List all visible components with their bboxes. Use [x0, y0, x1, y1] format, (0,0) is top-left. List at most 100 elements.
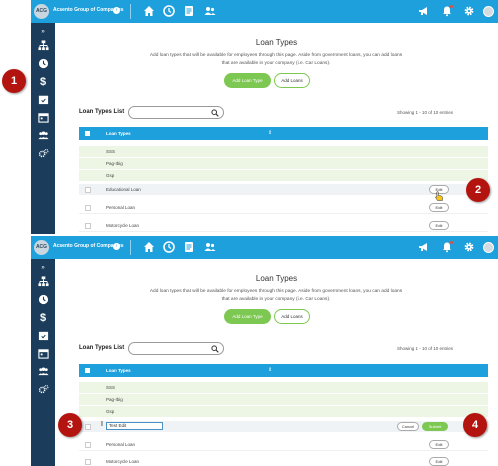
search-input[interactable]	[128, 342, 224, 355]
row-label: Personal Loan	[106, 442, 136, 447]
row-label: SSS	[106, 385, 116, 390]
group-icon[interactable]	[37, 130, 49, 142]
table-row[interactable]: Pag-Ibig	[79, 158, 488, 169]
step-marker-2: 2	[466, 178, 490, 202]
table-row[interactable]: Motorcycle Loan Edit	[79, 456, 488, 466]
sort-icon[interactable]: ⇕	[268, 367, 272, 373]
calendar-check-icon[interactable]	[37, 330, 49, 342]
company-logo[interactable]: ACG	[34, 240, 49, 255]
page-description-line-2: that are available in your company (i.e.…	[221, 297, 331, 302]
gear-icon[interactable]	[463, 5, 475, 17]
row-label: Pag-Ibig	[106, 161, 123, 166]
row-checkbox[interactable]	[85, 442, 91, 448]
step-marker-3: 3	[58, 413, 82, 437]
top-bar: ACG Acsento Group of Companies ›	[31, 236, 498, 259]
settings-cogs-icon[interactable]	[37, 384, 49, 396]
select-all-checkbox[interactable]	[85, 368, 90, 373]
row-checkbox[interactable]	[85, 424, 91, 430]
row-label: Personal Loan	[106, 205, 136, 210]
screenshot-frame-1: ACG Acsento Group of Companies › » $ Loa…	[31, 0, 498, 234]
user-avatar[interactable]	[483, 6, 494, 17]
calendar-icon[interactable]	[37, 112, 49, 124]
megaphone-icon[interactable]	[418, 241, 430, 253]
column-header-loan-types[interactable]: Loan Types	[106, 368, 131, 373]
row-checkbox[interactable]	[85, 459, 91, 465]
user-avatar[interactable]	[483, 242, 494, 253]
document-icon[interactable]	[183, 5, 195, 17]
company-logo[interactable]: ACG	[34, 4, 49, 19]
row-label: Educational Loan	[106, 187, 141, 192]
row-label: Pag-Ibig	[106, 397, 123, 402]
calendar-icon[interactable]	[37, 348, 49, 360]
row-label: Gsp	[106, 173, 115, 178]
step-marker-4: 4	[463, 413, 487, 437]
page-title: Loan Types	[255, 38, 298, 47]
table-row[interactable]: SSS	[79, 382, 488, 393]
cancel-button[interactable]: Cancel	[397, 422, 419, 431]
clock-icon[interactable]	[163, 5, 175, 17]
list-title: Loan Types List	[79, 109, 125, 115]
search-icon[interactable]	[211, 109, 219, 117]
expand-sidebar-icon[interactable]: »	[37, 262, 49, 274]
add-loan-type-button[interactable]: Add Loan Type	[224, 309, 271, 324]
org-chart-icon[interactable]	[37, 40, 49, 52]
home-icon[interactable]	[143, 5, 155, 17]
sort-icon[interactable]: ⇕	[268, 130, 272, 136]
people-icon[interactable]	[204, 241, 216, 253]
expand-sidebar-icon[interactable]: »	[37, 26, 49, 38]
table-row-editing[interactable]: Test Edit I Cancel Submit	[79, 421, 488, 432]
edit-button[interactable]: Edit	[429, 440, 449, 449]
search-icon[interactable]	[211, 345, 219, 353]
table-row[interactable]: Personal Loan Edit	[79, 202, 488, 214]
row-checkbox[interactable]	[85, 187, 91, 193]
select-all-checkbox[interactable]	[85, 131, 90, 136]
settings-cogs-icon[interactable]	[37, 148, 49, 160]
row-checkbox[interactable]	[85, 223, 91, 229]
dollar-icon[interactable]: $	[37, 76, 49, 88]
edit-button[interactable]: Edit	[429, 221, 449, 230]
table-row[interactable]: Pag-Ibig	[79, 394, 488, 405]
text-cursor-icon: I	[101, 421, 103, 428]
table-row[interactable]: Personal Loan Edit	[79, 439, 488, 451]
home-icon[interactable]	[143, 241, 155, 253]
edit-button[interactable]: Edit	[429, 457, 449, 466]
calendar-check-icon[interactable]	[37, 94, 49, 106]
table-row[interactable]: Gsp	[79, 406, 488, 417]
org-chart-icon[interactable]	[37, 276, 49, 288]
add-loans-button[interactable]: Add Loans	[274, 73, 310, 88]
group-icon[interactable]	[37, 366, 49, 378]
table-row[interactable]: Gsp	[79, 170, 488, 181]
add-loan-type-button[interactable]: Add Loan Type	[224, 73, 271, 88]
table-row[interactable]: Motorcycle Loan Edit	[79, 220, 488, 232]
people-icon[interactable]	[204, 5, 216, 17]
column-header-loan-types[interactable]: Loan Types	[106, 131, 131, 136]
table-row[interactable]: SSS	[79, 146, 488, 157]
page-title: Loan Types	[255, 274, 298, 283]
entries-count: Showing 1 - 10 of 10 entries	[397, 110, 454, 115]
search-input[interactable]	[128, 106, 224, 119]
table-header: Loan Types ⇕	[79, 127, 488, 140]
company-switch-icon[interactable]: ›	[113, 7, 120, 14]
bell-icon[interactable]	[441, 5, 453, 17]
document-icon[interactable]	[183, 241, 195, 253]
step-marker-1: 1	[2, 69, 26, 93]
table-row[interactable]: Educational Loan Edit	[79, 184, 488, 195]
row-label: SSS	[106, 149, 116, 154]
bell-icon[interactable]	[441, 241, 453, 253]
row-checkbox[interactable]	[85, 205, 91, 211]
page-description-line-1: Add loan types that will be available fo…	[149, 289, 403, 294]
loan-type-edit-input[interactable]: Test Edit	[106, 422, 163, 430]
edit-button[interactable]: Edit	[429, 203, 449, 212]
clock-icon[interactable]	[163, 241, 175, 253]
add-loans-button[interactable]: Add Loans	[274, 309, 310, 324]
submit-button[interactable]: Submit	[422, 422, 448, 431]
sidebar: » $	[31, 23, 55, 234]
row-label: Motorcycle Loan	[106, 459, 140, 464]
clock-icon[interactable]	[37, 58, 49, 70]
gear-icon[interactable]	[463, 241, 475, 253]
dollar-icon[interactable]: $	[37, 312, 49, 324]
company-switch-icon[interactable]: ›	[113, 243, 120, 250]
clock-icon[interactable]	[37, 294, 49, 306]
list-title: Loan Types List	[79, 345, 125, 351]
megaphone-icon[interactable]	[418, 5, 430, 17]
